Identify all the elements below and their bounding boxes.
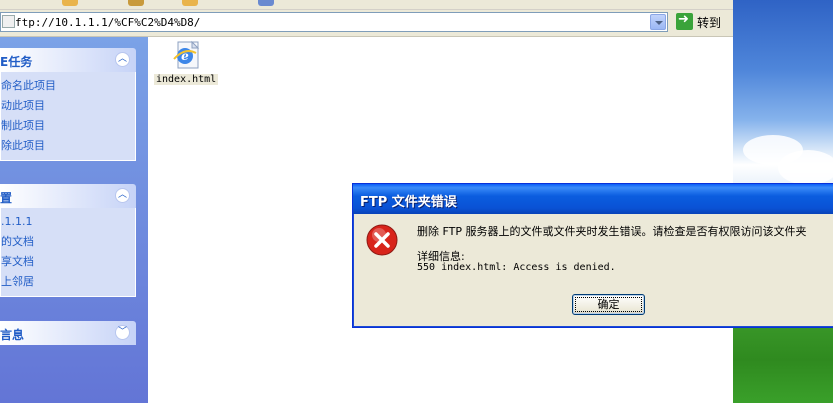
task-link-rename[interactable]: 命名此项目 [1,76,135,96]
toolbar [0,0,733,10]
copy-icon[interactable] [182,0,198,6]
dialog-detail: 550 index.html: Access is denied. [417,262,616,273]
task-link-delete[interactable]: 除此项目 [1,136,135,156]
task-link-copy[interactable]: 制此项目 [1,116,135,136]
place-link-network-places[interactable]: 上邻居 [1,272,135,292]
chevron-down-icon[interactable] [650,14,666,30]
arrow-right-icon [676,12,693,30]
expand-icon[interactable]: ﹀ [115,325,130,340]
task-pane: E任务 ︿ 命名此项目 动此项目 制此项目 除此项目 置 ︿ .1.1.1 的文… [0,37,148,403]
panel-title: 置 [0,191,13,205]
panel-header[interactable]: 置 ︿ [0,184,136,208]
ok-button[interactable]: 确定 [572,294,645,315]
dialog-title: FTP 文件夹错误 [360,195,457,210]
task-panel-file-tasks: E任务 ︿ 命名此项目 动此项目 制此项目 除此项目 [0,48,136,161]
panel-header[interactable]: 言息 ﹀ [0,321,136,345]
cloud-shape [778,150,833,185]
panel-header[interactable]: E任务 ︿ [0,48,136,72]
ie-html-icon: e [173,40,200,69]
dialog-title-bar[interactable]: FTP 文件夹错误 [353,184,833,214]
panel-title: E任务 [0,55,33,69]
task-panel-other-places: 置 ︿ .1.1.1 的文档 享文档 上邻居 [0,184,136,297]
go-button[interactable]: 转到 [674,12,730,32]
address-text[interactable]: ftp://10.1.1.1/%CF%C2%D4%D8/ [15,16,200,29]
address-input[interactable]: ftp://10.1.1.1/%CF%C2%D4%D8/ [0,12,668,32]
place-link-my-documents[interactable]: 的文档 [1,232,135,252]
place-link-shared-documents[interactable]: 享文档 [1,252,135,272]
collapse-icon[interactable]: ︿ [115,52,130,67]
error-dialog: FTP 文件夹错误 删除 FTP 服务器上的文件或文件夹时发生错误。请检查是否有… [352,183,833,328]
views-icon[interactable] [258,0,274,6]
file-name: index.html [154,74,219,85]
dialog-message: 删除 FTP 服务器上的文件或文件夹时发生错误。请检查是否有权限访问该文件夹 [417,225,807,238]
go-label: 转到 [697,16,722,30]
error-icon [366,224,398,256]
task-link-move[interactable]: 动此项目 [1,96,135,116]
address-bar: ftp://10.1.1.1/%CF%C2%D4%D8/ 转到 [0,10,733,37]
move-icon[interactable] [128,0,144,6]
panel-body: 命名此项目 动此项目 制此项目 除此项目 [0,72,136,161]
place-link-ftp-root[interactable]: .1.1.1 [1,212,135,232]
panel-body: .1.1.1 的文档 享文档 上邻居 [0,208,136,297]
collapse-icon[interactable]: ︿ [115,188,130,203]
folder-icon[interactable] [62,0,78,6]
panel-title: 言息 [0,328,25,342]
task-panel-details: 言息 ﹀ [0,321,136,345]
ftp-folder-icon [2,15,15,28]
